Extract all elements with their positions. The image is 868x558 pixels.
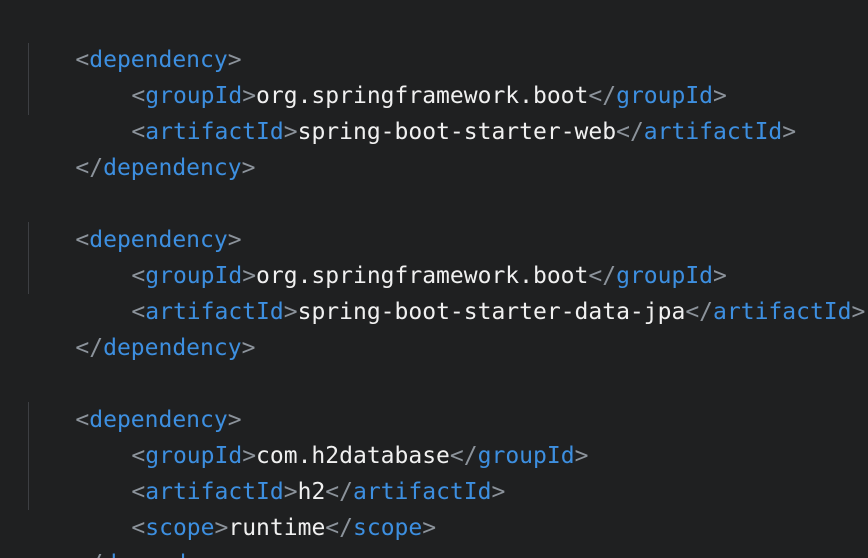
code-line: <groupId>org.springframework.boot</group… [76,42,727,109]
tag-end-open-bracket: </ [325,515,353,541]
tag-close-bracket: > [283,299,298,325]
code-line: </dependency> [20,294,255,361]
code-line: <dependency> [20,6,241,73]
code-line: <scope>runtime</scope> [76,474,436,541]
tag-close-bracket: > [851,299,866,325]
tag-close-bracket: > [283,119,298,145]
tag-end-open-bracket: </ [75,155,104,181]
dependency-close-tag: dependency [103,551,241,558]
artifactid-close-tag: artifactId [713,299,852,325]
tag-end-open-bracket: </ [75,551,103,558]
dependency-close-tag: dependency [103,155,242,181]
tag-end-open-bracket: </ [685,299,714,325]
tag-close-bracket: > [422,515,437,541]
tag-close-bracket: > [491,479,506,505]
tag-close-bracket: > [782,119,797,145]
code-line: <artifactId>spring-boot-starter-web</art… [76,78,796,145]
tag-end-open-bracket: </ [616,119,644,145]
code-line: <dependency> [20,366,241,433]
tag-close-bracket: > [574,443,589,469]
dependency-close-tag: dependency [103,335,242,361]
tag-close-bracket: > [242,551,256,558]
artifactid-close-tag: artifactId [643,119,783,145]
code-line: <artifactId>h2</artifactId> [76,438,505,505]
tag-end-open-bracket: </ [75,335,104,361]
code-line: <artifactId>spring-boot-starter-data-jpa… [76,258,865,325]
scope-close-tag: scope [353,515,423,541]
code-line: </dependency> [20,114,255,181]
code-line: <dependency> [20,186,241,253]
artifactid-value: spring-boot-starter-web [297,119,617,145]
tag-close-bracket: > [241,155,256,181]
code-line: </dependency> [20,510,255,558]
code-editor[interactable]: <dependency> <groupId>org.springframewor… [0,0,868,558]
code-line: <groupId>org.springframework.boot</group… [76,222,727,289]
artifactid-value: spring-boot-starter-data-jpa [297,299,686,325]
code-line: <groupId>com.h2database</groupId> [76,402,588,469]
tag-close-bracket: > [241,335,256,361]
